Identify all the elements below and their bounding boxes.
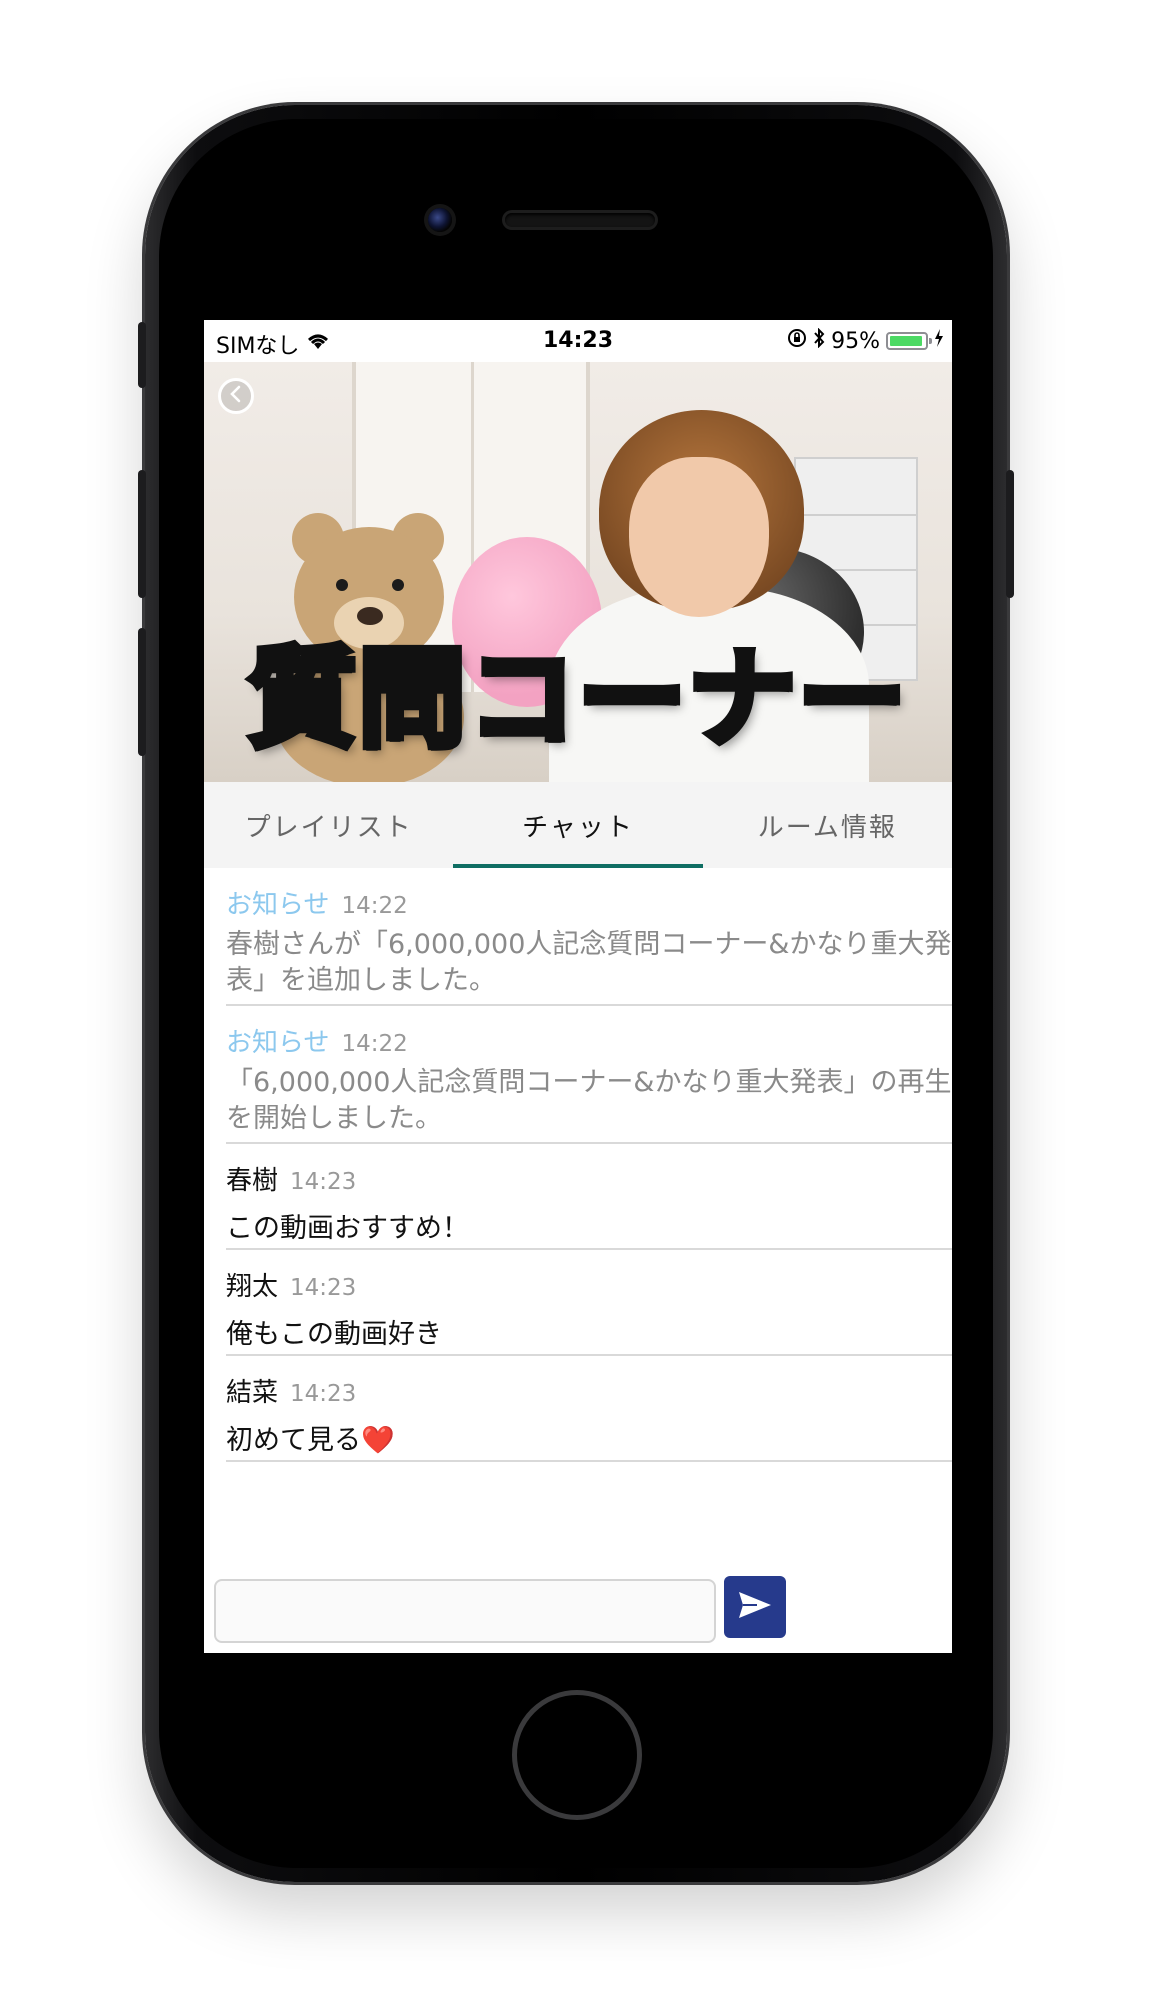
message-composer (204, 1568, 952, 1653)
battery-fill (890, 336, 923, 346)
volume-down-button (138, 628, 146, 756)
message-sender: お知らせ (226, 890, 330, 920)
shelf-row (796, 514, 916, 516)
home-button[interactable] (512, 1690, 642, 1820)
message-text: 初めて見る❤️ (226, 1425, 395, 1456)
message-text: この動画おすすめ！ (226, 1213, 469, 1244)
chat-message: 結菜 14:23 初めて見る❤️ (204, 1372, 952, 1459)
person-face (629, 457, 769, 617)
message-sender: 結菜 (226, 1378, 279, 1408)
message-divider (226, 1142, 952, 1144)
message-divider (226, 1460, 952, 1462)
bear-nose (357, 607, 383, 625)
app-screen: SIMなし 14:23 95% 質問コーナー プレイリスト チャット ルーム情報… (204, 320, 952, 1653)
tab-bar: プレイリスト チャット ルーム情報 (204, 782, 952, 868)
status-right: 95% (787, 327, 944, 354)
bear-eye (336, 579, 348, 591)
orientation-lock-icon (787, 328, 807, 354)
message-header: 春樹 14:23 (226, 1160, 952, 1197)
message-sender: 翔太 (226, 1272, 279, 1302)
chat-list[interactable]: お知らせ 14:22 春樹さんが「6,000,000人記念質問コーナー&かなり重… (204, 868, 952, 1568)
message-text: 俺もこの動画好き (226, 1319, 442, 1350)
message-header: 結菜 14:23 (226, 1372, 952, 1409)
chat-message: お知らせ 14:22 「6,000,000人記念質問コーナー&かなり重大発表」の… (204, 1022, 952, 1137)
message-time: 14:22 (341, 1031, 408, 1057)
message-header: お知らせ 14:22 (226, 1022, 952, 1059)
message-sender: 春樹 (226, 1166, 279, 1196)
tab-label: プレイリスト (244, 812, 413, 843)
mute-switch (138, 322, 146, 388)
tab-chat[interactable]: チャット (453, 782, 703, 868)
chat-message: お知らせ 14:22 春樹さんが「6,000,000人記念質問コーナー&かなり重… (204, 884, 952, 999)
volume-up-button (138, 470, 146, 598)
power-button (1006, 470, 1014, 598)
message-time: 14:23 (290, 1169, 357, 1195)
send-icon (737, 1590, 773, 1624)
bluetooth-icon (813, 327, 825, 354)
message-input[interactable] (214, 1579, 716, 1643)
send-button[interactable] (724, 1576, 786, 1638)
message-sender: お知らせ (226, 1028, 330, 1058)
message-text: 「6,000,000人記念質問コーナー&かなり重大発表」の再生を開始しました。 (226, 1067, 952, 1134)
earpiece-speaker (505, 213, 655, 227)
status-bar: SIMなし 14:23 95% (204, 320, 952, 362)
message-time: 14:23 (290, 1275, 357, 1301)
back-button[interactable] (218, 378, 254, 414)
message-header: 翔太 14:23 (226, 1266, 952, 1303)
chevron-left-icon (228, 385, 244, 407)
video-title-overlay: 質問コーナー (244, 636, 909, 763)
message-text: 春樹さんが「6,000,000人記念質問コーナー&かなり重大発表」を追加しました… (226, 929, 952, 996)
video-player[interactable]: 質問コーナー (204, 362, 952, 782)
front-camera (428, 208, 452, 232)
tab-label: チャット (522, 812, 634, 843)
battery-percent: 95% (831, 328, 880, 354)
message-time: 14:22 (341, 893, 408, 919)
message-divider (226, 1004, 952, 1006)
chat-message: 翔太 14:23 俺もこの動画好き (204, 1266, 952, 1353)
tab-room-info[interactable]: ルーム情報 (703, 782, 952, 868)
message-time: 14:23 (290, 1381, 357, 1407)
message-header: お知らせ 14:22 (226, 884, 952, 921)
bear-eye (392, 579, 404, 591)
charging-bolt-icon (934, 328, 944, 354)
message-divider (226, 1354, 952, 1356)
tab-playlist[interactable]: プレイリスト (204, 782, 453, 868)
battery-icon (886, 332, 932, 350)
message-divider (226, 1248, 952, 1250)
tab-label: ルーム情報 (757, 812, 897, 843)
chat-message: 春樹 14:23 この動画おすすめ！ (204, 1160, 952, 1247)
battery-cap (929, 338, 932, 344)
